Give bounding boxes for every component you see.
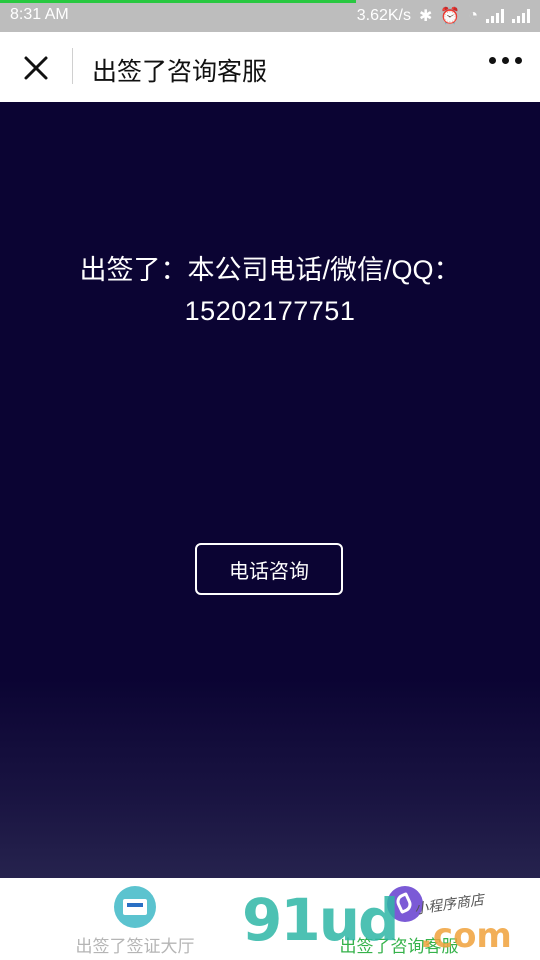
more-icon	[502, 57, 509, 64]
bluetooth-icon: ✱	[419, 8, 433, 25]
navbar-divider	[72, 48, 73, 84]
alarm-icon: ⏰	[440, 8, 461, 25]
page-load-progress	[0, 0, 357, 3]
status-time: 8:31 AM	[10, 6, 69, 23]
close-button[interactable]	[18, 50, 54, 86]
watermark-suffix: .com	[420, 916, 512, 956]
more-icon	[489, 57, 496, 64]
visa-card-icon	[114, 886, 156, 928]
more-button[interactable]	[489, 57, 522, 64]
signal-icon	[512, 9, 530, 23]
network-speed: 3.62K/s	[356, 7, 411, 24]
background-glow	[0, 678, 540, 878]
watermark-logo: 91ud	[242, 886, 400, 954]
close-icon	[24, 56, 48, 80]
call-button[interactable]: 电话咨询	[195, 543, 343, 595]
page-title: 出签了咨询客服	[92, 58, 268, 86]
status-right: 3.62K/s ✱ ⏰ ◔	[357, 6, 530, 26]
tab-visa-hall[interactable]: 出签了签证大厅	[0, 878, 270, 960]
signal-icon	[486, 9, 504, 23]
navbar: 出签了咨询客服	[0, 32, 540, 102]
wifi-icon: ◔	[468, 7, 478, 24]
phone-number: 15202177751	[184, 296, 356, 326]
status-bar: 8:31 AM 3.62K/s ✱ ⏰ ◔	[0, 0, 540, 32]
tab-label: 出签了签证大厅	[75, 937, 195, 956]
more-icon	[515, 57, 522, 64]
main-content: 出签了：本公司电话/微信/QQ： 15202177751 电话咨询	[0, 102, 540, 878]
contact-line: 出签了：本公司电话/微信/QQ：	[79, 255, 461, 285]
